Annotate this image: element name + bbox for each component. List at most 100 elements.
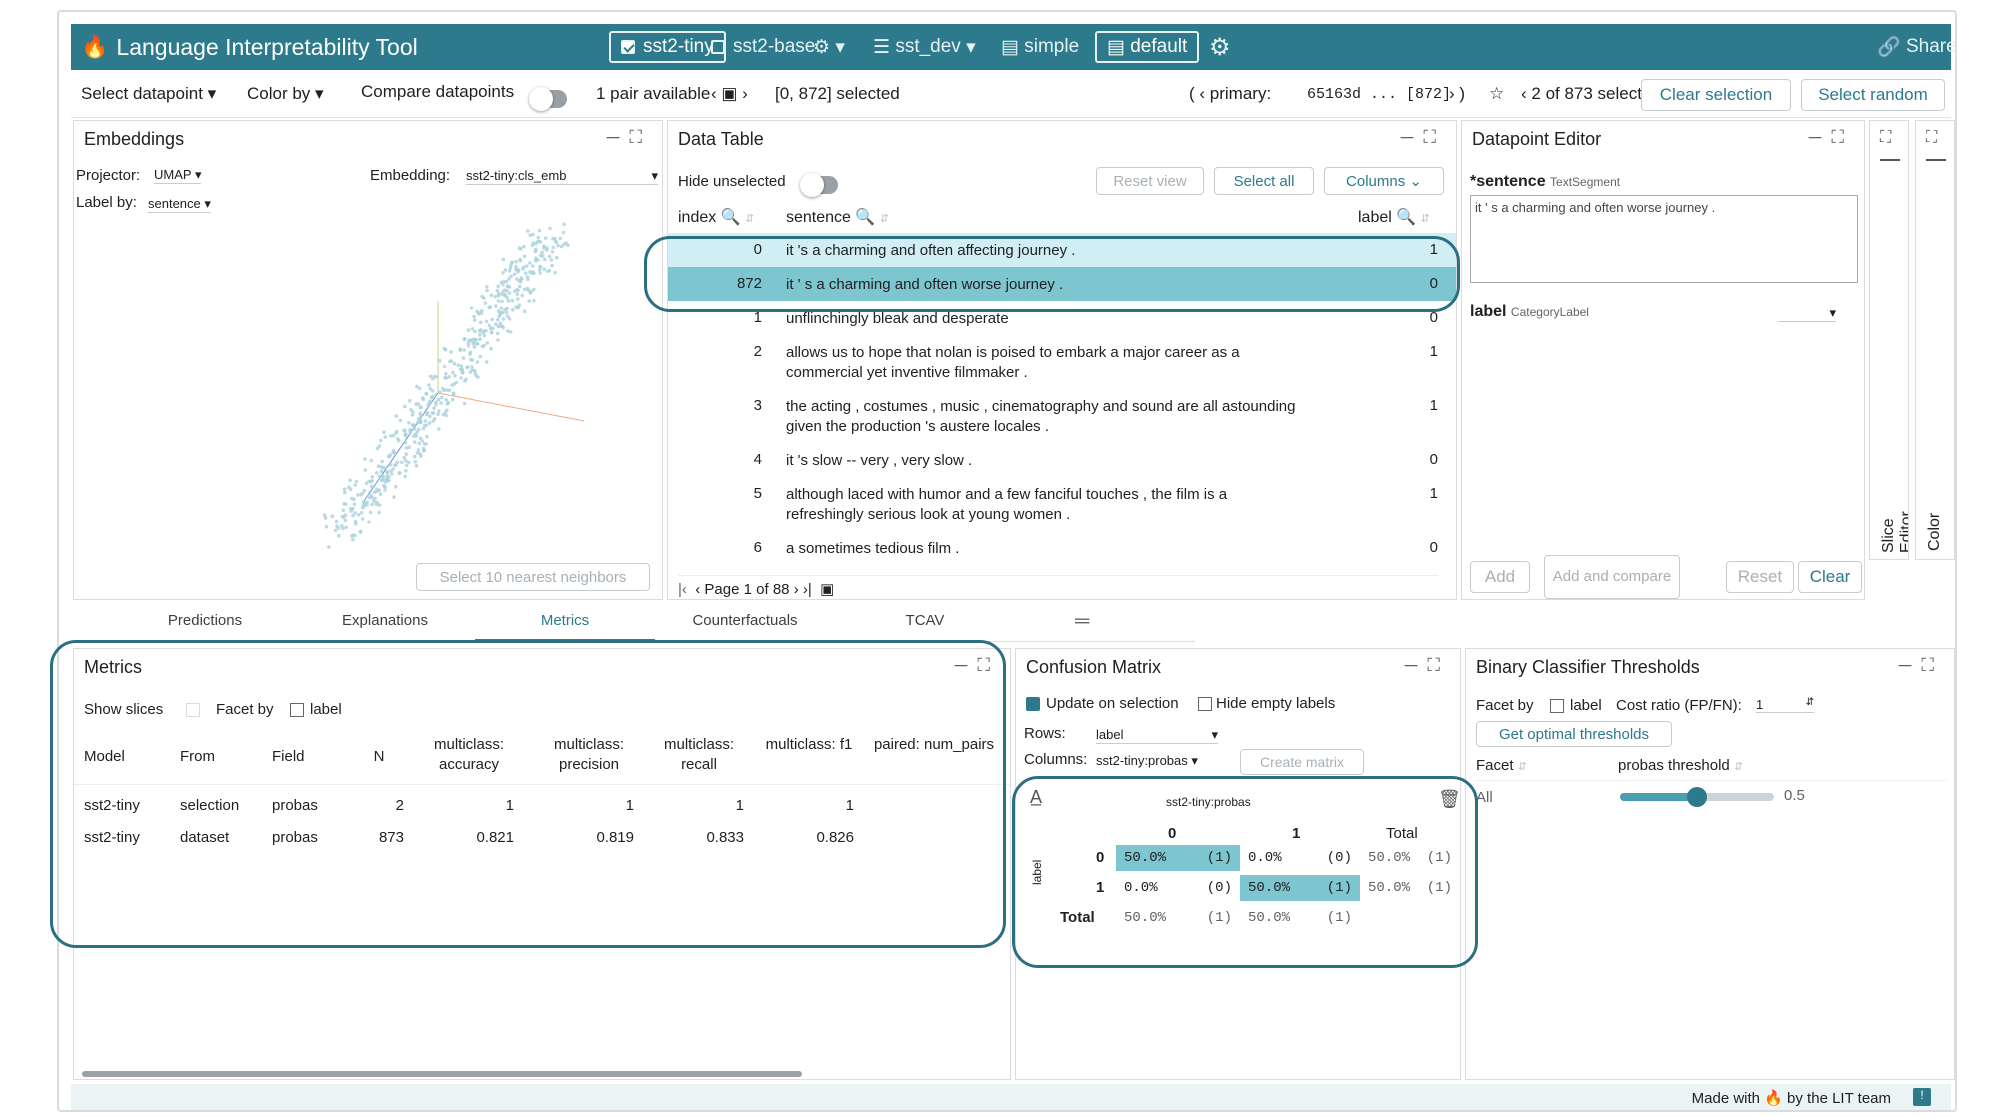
embedding-point[interactable] xyxy=(524,264,529,268)
embedding-point[interactable] xyxy=(409,408,413,412)
embedding-point[interactable] xyxy=(406,460,411,465)
hide-empty-checkbox[interactable] xyxy=(1198,697,1212,711)
embedding-point[interactable] xyxy=(438,358,442,363)
horizontal-scrollbar[interactable] xyxy=(82,1071,802,1077)
reset-button[interactable]: Reset xyxy=(1726,561,1794,593)
embedding-point[interactable] xyxy=(425,412,429,417)
embedding-point[interactable] xyxy=(532,287,536,292)
embedding-point[interactable] xyxy=(343,490,347,495)
embedding-point[interactable] xyxy=(507,277,511,281)
embedding-point[interactable] xyxy=(493,294,497,299)
embedding-point[interactable] xyxy=(375,500,379,505)
add-compare-button[interactable]: Add and compare xyxy=(1544,555,1680,599)
embedding-point[interactable] xyxy=(477,312,481,316)
create-matrix-button[interactable]: Create matrix xyxy=(1240,749,1364,775)
embedding-scatter[interactable] xyxy=(234,201,634,561)
embedding-point[interactable] xyxy=(393,451,397,455)
embedding-point[interactable] xyxy=(475,342,480,346)
metrics-column-header[interactable]: multiclass: precision xyxy=(534,735,644,774)
embedding-point[interactable] xyxy=(351,513,355,518)
embedding-point[interactable] xyxy=(542,244,546,248)
embedding-point[interactable] xyxy=(352,497,356,502)
embedding-point[interactable] xyxy=(547,268,552,273)
metrics-column-header[interactable]: Model xyxy=(84,747,174,767)
embedding-point[interactable] xyxy=(501,317,506,321)
matrix-cell[interactable]: 50.0% (1) xyxy=(1240,905,1360,931)
embedding-point[interactable] xyxy=(397,438,401,443)
embedding-point[interactable] xyxy=(368,510,373,515)
embedding-point[interactable] xyxy=(397,471,402,475)
embedding-point[interactable] xyxy=(359,510,364,515)
rows-dropdown[interactable]: label ▾ xyxy=(1096,727,1218,744)
embedding-point[interactable] xyxy=(515,292,520,297)
embedding-point[interactable] xyxy=(433,416,437,421)
sort-icon[interactable]: ⇵ xyxy=(1421,213,1430,225)
metrics-column-header[interactable]: From xyxy=(180,747,270,767)
embedding-point[interactable] xyxy=(347,485,351,490)
embedding-point[interactable] xyxy=(547,254,552,259)
label-dropdown[interactable]: ▾ xyxy=(1778,305,1836,322)
minimize-icon[interactable] xyxy=(1880,159,1900,161)
embedding-point[interactable] xyxy=(453,374,457,378)
embedding-point[interactable] xyxy=(344,525,348,530)
update-checkbox[interactable] xyxy=(1026,697,1040,711)
embedding-point[interactable] xyxy=(485,285,489,289)
embedding-point[interactable] xyxy=(340,524,344,528)
embedding-point[interactable] xyxy=(377,444,382,448)
embedding-point[interactable] xyxy=(341,508,346,513)
embedding-point[interactable] xyxy=(403,432,408,436)
embedding-point[interactable] xyxy=(378,492,383,497)
embedding-point[interactable] xyxy=(334,519,339,524)
embedding-point[interactable] xyxy=(478,337,482,341)
tab-counterfactuals[interactable]: Counterfactuals xyxy=(655,612,835,629)
embedding-point[interactable] xyxy=(367,479,371,484)
embedding-point[interactable] xyxy=(499,324,503,328)
embedding-point[interactable] xyxy=(404,463,409,468)
embedding-point[interactable] xyxy=(383,435,388,439)
embedding-point[interactable] xyxy=(456,363,461,367)
embedding-point[interactable] xyxy=(468,350,473,355)
embedding-point[interactable] xyxy=(446,400,451,405)
embedding-point[interactable] xyxy=(541,254,545,258)
matrix-cell[interactable]: 50.0% (1) xyxy=(1116,845,1240,871)
embedding-point[interactable] xyxy=(370,502,374,507)
expand-icon[interactable]: ⛶ xyxy=(1921,655,1944,675)
expand-icon[interactable]: ⛶ xyxy=(1926,129,1937,147)
add-button[interactable]: Add xyxy=(1470,561,1530,593)
prev-page-icon[interactable]: ‹ xyxy=(695,581,700,598)
embedding-point[interactable] xyxy=(468,338,473,342)
hide-unselected-toggle[interactable] xyxy=(800,173,838,197)
minimize-icon[interactable]: ─ xyxy=(1401,127,1424,147)
embedding-point[interactable] xyxy=(353,522,358,526)
metrics-column-header[interactable]: multiclass: accuracy xyxy=(414,735,524,774)
embedding-point[interactable] xyxy=(365,503,369,507)
embedding-point[interactable] xyxy=(554,255,559,260)
embedding-point[interactable] xyxy=(461,356,466,360)
embedding-point[interactable] xyxy=(444,372,448,376)
embedding-point[interactable] xyxy=(439,401,443,405)
embedding-point[interactable] xyxy=(336,526,341,530)
show-slices-checkbox[interactable] xyxy=(186,703,200,717)
matrix-cell[interactable]: 50.0% (1) xyxy=(1360,845,1460,871)
embedding-point[interactable] xyxy=(526,288,531,292)
embedding-point[interactable] xyxy=(501,271,505,275)
embedding-point[interactable] xyxy=(363,468,368,472)
facet-label-checkbox[interactable] xyxy=(1550,699,1564,713)
select-all-button[interactable]: Select all xyxy=(1214,167,1314,195)
embedding-point[interactable] xyxy=(431,389,435,393)
embedding-point[interactable] xyxy=(485,288,489,293)
embedding-point[interactable] xyxy=(362,488,367,493)
embedding-point[interactable] xyxy=(471,340,476,344)
embedding-point[interactable] xyxy=(494,304,498,308)
embedding-point[interactable] xyxy=(427,383,431,387)
embedding-point[interactable] xyxy=(353,483,357,487)
embedding-point[interactable] xyxy=(512,272,517,277)
embedding-point[interactable] xyxy=(487,323,491,328)
embedding-point[interactable] xyxy=(377,510,381,515)
table-row[interactable]: 6 a sometimes tedious film . 0 xyxy=(668,531,1456,565)
expand-icon[interactable]: ⛶ xyxy=(977,655,1000,675)
clear-selection-button[interactable]: Clear selection xyxy=(1641,79,1791,111)
embedding-point[interactable] xyxy=(522,309,527,314)
embedding-point[interactable] xyxy=(389,469,393,473)
table-row[interactable]: 872 it ' s a charming and often worse jou… xyxy=(668,267,1456,301)
